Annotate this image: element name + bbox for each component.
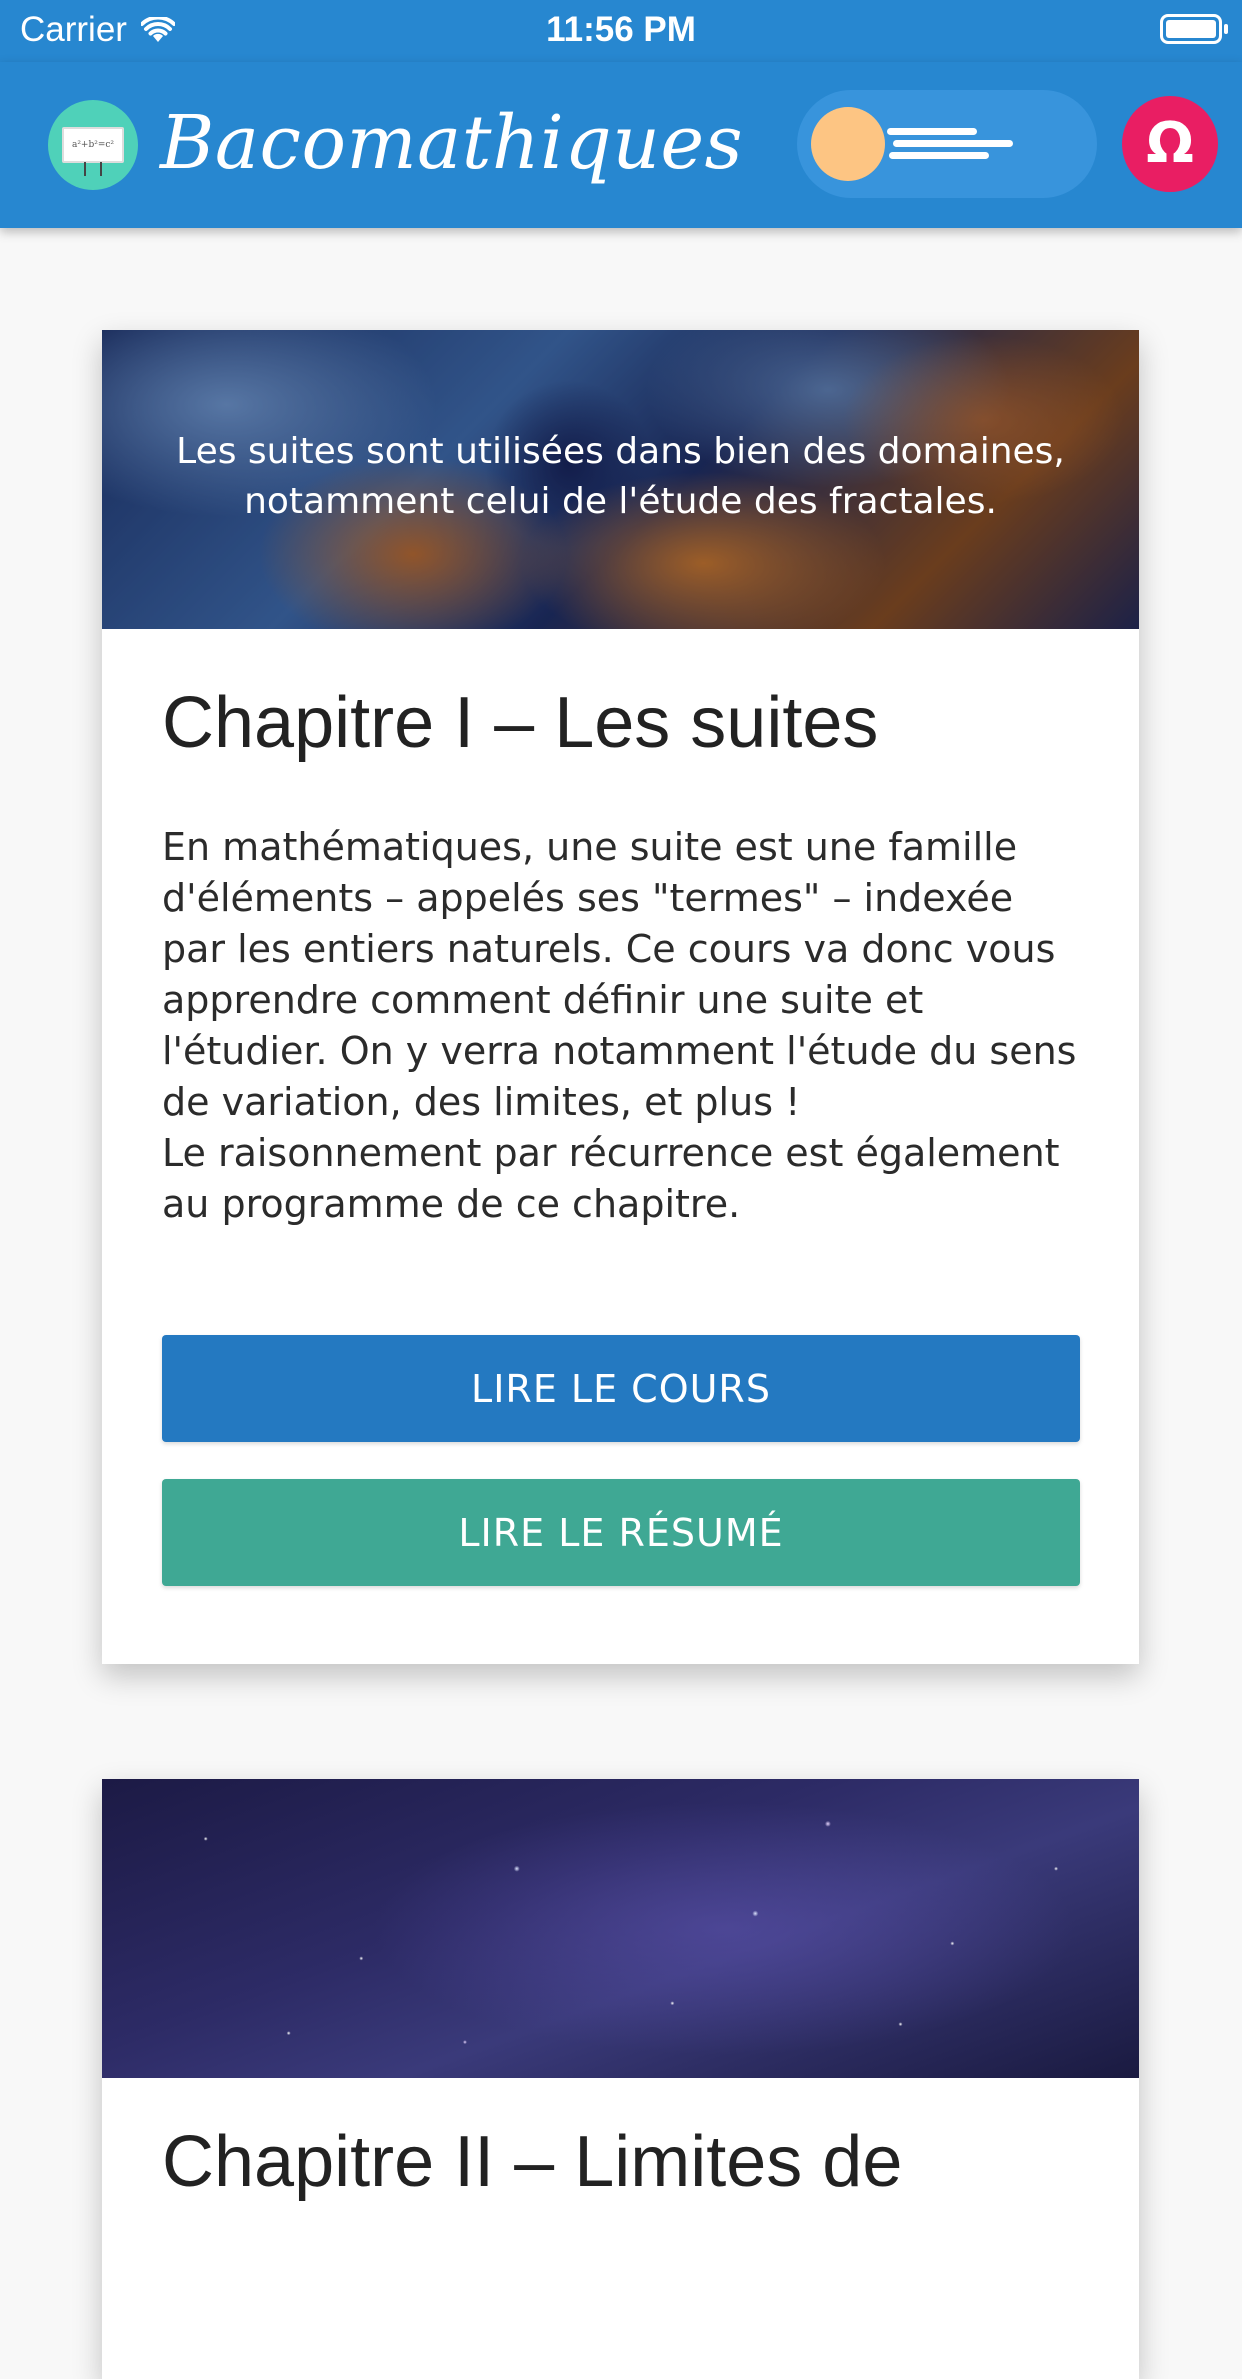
chapter-title: Chapitre II – Limites de xyxy=(162,2122,903,2202)
app-logo[interactable]: a²+b²=c² xyxy=(48,100,138,190)
banner-caption: Les suites sont utilisées dans bien des … xyxy=(176,431,1065,522)
chapter-card: Les suites sont utilisées dans bien des … xyxy=(102,330,1139,1664)
blackboard-icon: a²+b²=c² xyxy=(62,127,124,163)
omega-button[interactable]: Ω xyxy=(1122,96,1218,192)
theme-toggle[interactable] xyxy=(797,90,1097,198)
read-summary-button[interactable]: LIRE LE RÉSUMÉ xyxy=(162,1479,1080,1586)
starry-sky-banner-image xyxy=(102,1779,1139,2078)
chapter-card: Chapitre II – Limites de xyxy=(102,1779,1139,2379)
app-title: Bacomathiques xyxy=(160,100,744,186)
chapter-title: Chapitre I – Les suites xyxy=(162,683,879,763)
chapter-description: En mathématiques, une suite est une fami… xyxy=(162,825,1077,1226)
status-time: 11:56 PM xyxy=(546,10,696,49)
fractal-banner-image: Les suites sont utilisées dans bien des … xyxy=(102,330,1139,629)
sun-icon xyxy=(811,107,885,181)
easel-legs xyxy=(84,162,102,176)
app-bar: a²+b²=c² Bacomathiques Ω xyxy=(0,62,1242,228)
status-bar: Carrier 11:56 PM xyxy=(0,0,1242,62)
read-course-button[interactable]: LIRE LE COURS xyxy=(162,1335,1080,1442)
battery-icon xyxy=(1160,14,1228,44)
